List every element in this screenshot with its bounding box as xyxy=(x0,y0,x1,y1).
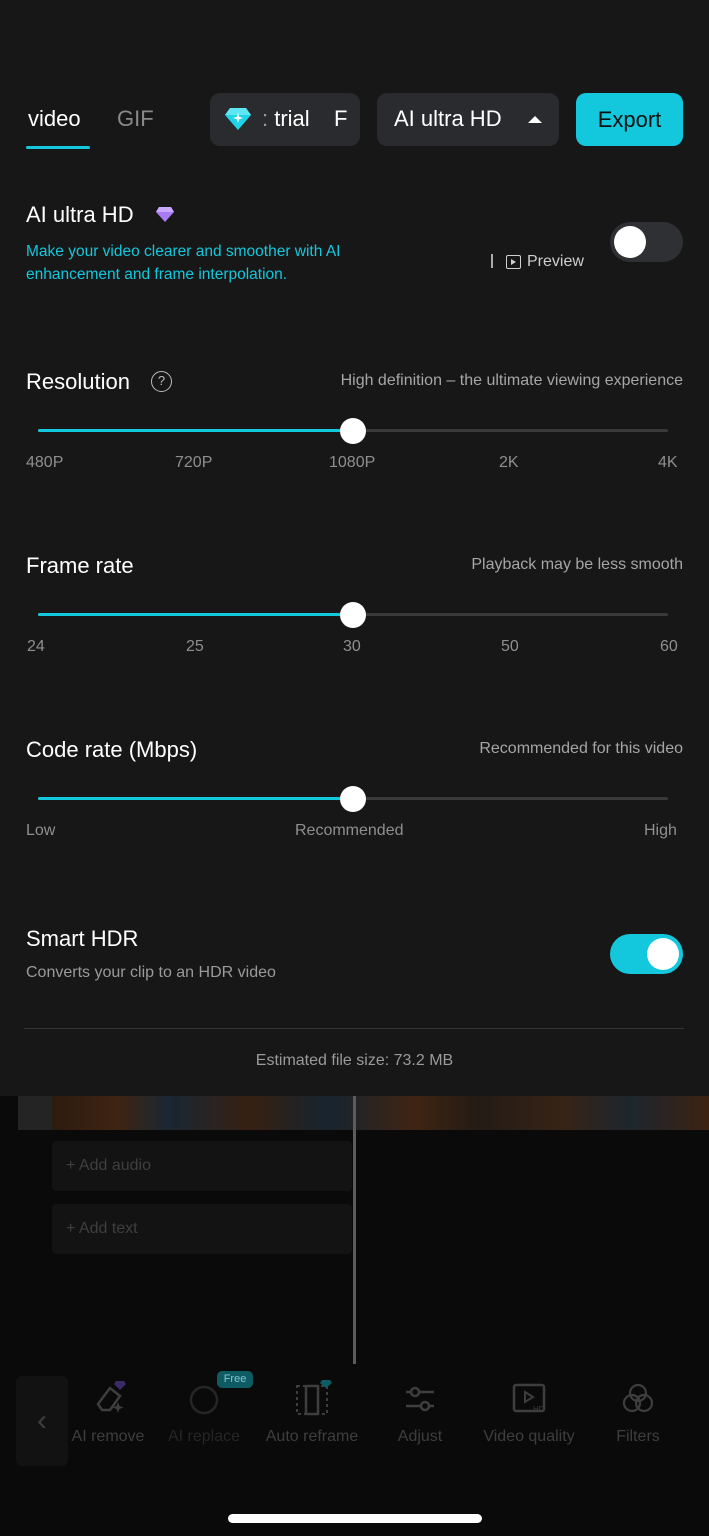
slider-fill xyxy=(38,429,353,432)
frame-rate-title: Frame rate xyxy=(26,553,134,578)
tool-label: Auto reframe xyxy=(265,1428,359,1445)
add-audio-label: + Add audio xyxy=(66,1157,151,1174)
resolution-slider[interactable] xyxy=(38,416,668,446)
estimated-file-size: Estimated file size: 73.2 MB xyxy=(255,1052,454,1069)
ai-ultra-hd-title: AI ultra HD xyxy=(26,202,134,227)
timeline-playhead xyxy=(353,1096,356,1364)
ai-replace-tool[interactable]: AI replace xyxy=(144,1380,264,1446)
video-filmstrip xyxy=(18,1096,709,1130)
tab-video[interactable]: video xyxy=(28,106,81,132)
help-icon[interactable]: ? xyxy=(151,371,172,392)
resolution-tick-4k: 4K xyxy=(658,454,678,471)
code-rate-title: Code rate (Mbps) xyxy=(26,737,198,762)
trial-label-trailing: F xyxy=(334,106,348,131)
resolution-tick-2k: 2K xyxy=(499,454,519,471)
code-rate-tick-recommended: Recommended xyxy=(295,822,404,839)
home-indicator xyxy=(228,1514,482,1523)
caret-up-icon xyxy=(528,116,542,123)
toggle-knob xyxy=(614,226,646,258)
divider xyxy=(24,1028,684,1029)
resolution-tick-720p: 720P xyxy=(175,454,213,471)
tool-label: Video quality xyxy=(483,1428,575,1445)
resolution-tick-480p: 480P xyxy=(26,454,64,471)
smart-hdr-toggle[interactable] xyxy=(610,934,683,974)
tool-label: AI replace xyxy=(167,1428,241,1445)
quality-dropdown-label: AI ultra HD xyxy=(394,106,502,131)
export-button[interactable]: Export xyxy=(576,93,683,146)
trial-button[interactable]: : trial F xyxy=(210,93,360,146)
svg-text:HD: HD xyxy=(533,1405,545,1414)
frame-rate-slider[interactable] xyxy=(38,600,668,630)
adjust-tool[interactable]: Adjust xyxy=(360,1380,480,1446)
filters-icon xyxy=(622,1383,654,1413)
filters-tool[interactable]: Filters xyxy=(578,1380,698,1446)
code-rate-tick-high: High xyxy=(644,822,677,839)
tool-label: Adjust xyxy=(397,1428,443,1445)
slider-fill xyxy=(38,797,353,800)
preview-link[interactable]: Preview xyxy=(527,253,584,271)
diamond-icon xyxy=(225,108,251,130)
tab-gif[interactable]: GIF xyxy=(117,106,154,132)
code-rate-hint: Recommended for this video xyxy=(479,740,683,757)
toggle-knob xyxy=(647,938,679,970)
video-quality-tool[interactable]: HD Video quality xyxy=(469,1380,589,1446)
trial-label: trial xyxy=(274,106,310,131)
resolution-hint: High definition – the ultimate viewing e… xyxy=(340,372,683,389)
premium-gem-icon xyxy=(156,207,174,222)
hd-video-icon: HD xyxy=(512,1383,546,1414)
replace-icon xyxy=(189,1385,219,1415)
frame-rate-tick-30: 30 xyxy=(343,638,361,655)
export-settings-panel: video GIF : trial F AI ultra HD Export A… xyxy=(0,0,709,1096)
frame-rate-tick-50: 50 xyxy=(501,638,519,655)
frame-rate-tick-24: 24 xyxy=(27,638,45,655)
smart-hdr-description: Converts your clip to an HDR video xyxy=(26,964,276,981)
code-rate-tick-low: Low xyxy=(26,822,56,839)
reframe-icon xyxy=(296,1380,332,1416)
preview-separator xyxy=(491,254,493,268)
play-preview-icon[interactable] xyxy=(506,255,521,269)
smart-hdr-title: Smart HDR xyxy=(26,926,139,951)
add-text-label: + Add text xyxy=(66,1220,138,1237)
slider-fill xyxy=(38,613,353,616)
frame-rate-tick-25: 25 xyxy=(186,638,204,655)
frame-rate-tick-60: 60 xyxy=(660,638,678,655)
resolution-title: Resolution xyxy=(26,369,130,394)
code-rate-slider[interactable] xyxy=(38,784,668,814)
slider-thumb[interactable] xyxy=(340,418,366,444)
eraser-icon xyxy=(96,1381,126,1413)
sliders-icon xyxy=(406,1386,434,1412)
frame-rate-hint: Playback may be less smooth xyxy=(471,556,683,573)
auto-reframe-tool[interactable]: Auto reframe xyxy=(252,1380,372,1446)
resolution-tick-1080p: 1080P xyxy=(329,454,376,471)
active-tab-indicator xyxy=(26,146,90,149)
slider-thumb[interactable] xyxy=(340,786,366,812)
slider-thumb[interactable] xyxy=(340,602,366,628)
ai-ultra-hd-description: Make your video clearer and smoother wit… xyxy=(26,243,341,283)
quality-dropdown[interactable]: AI ultra HD xyxy=(377,93,559,146)
tool-label: Filters xyxy=(616,1428,660,1445)
ai-ultra-hd-toggle[interactable] xyxy=(610,222,683,262)
